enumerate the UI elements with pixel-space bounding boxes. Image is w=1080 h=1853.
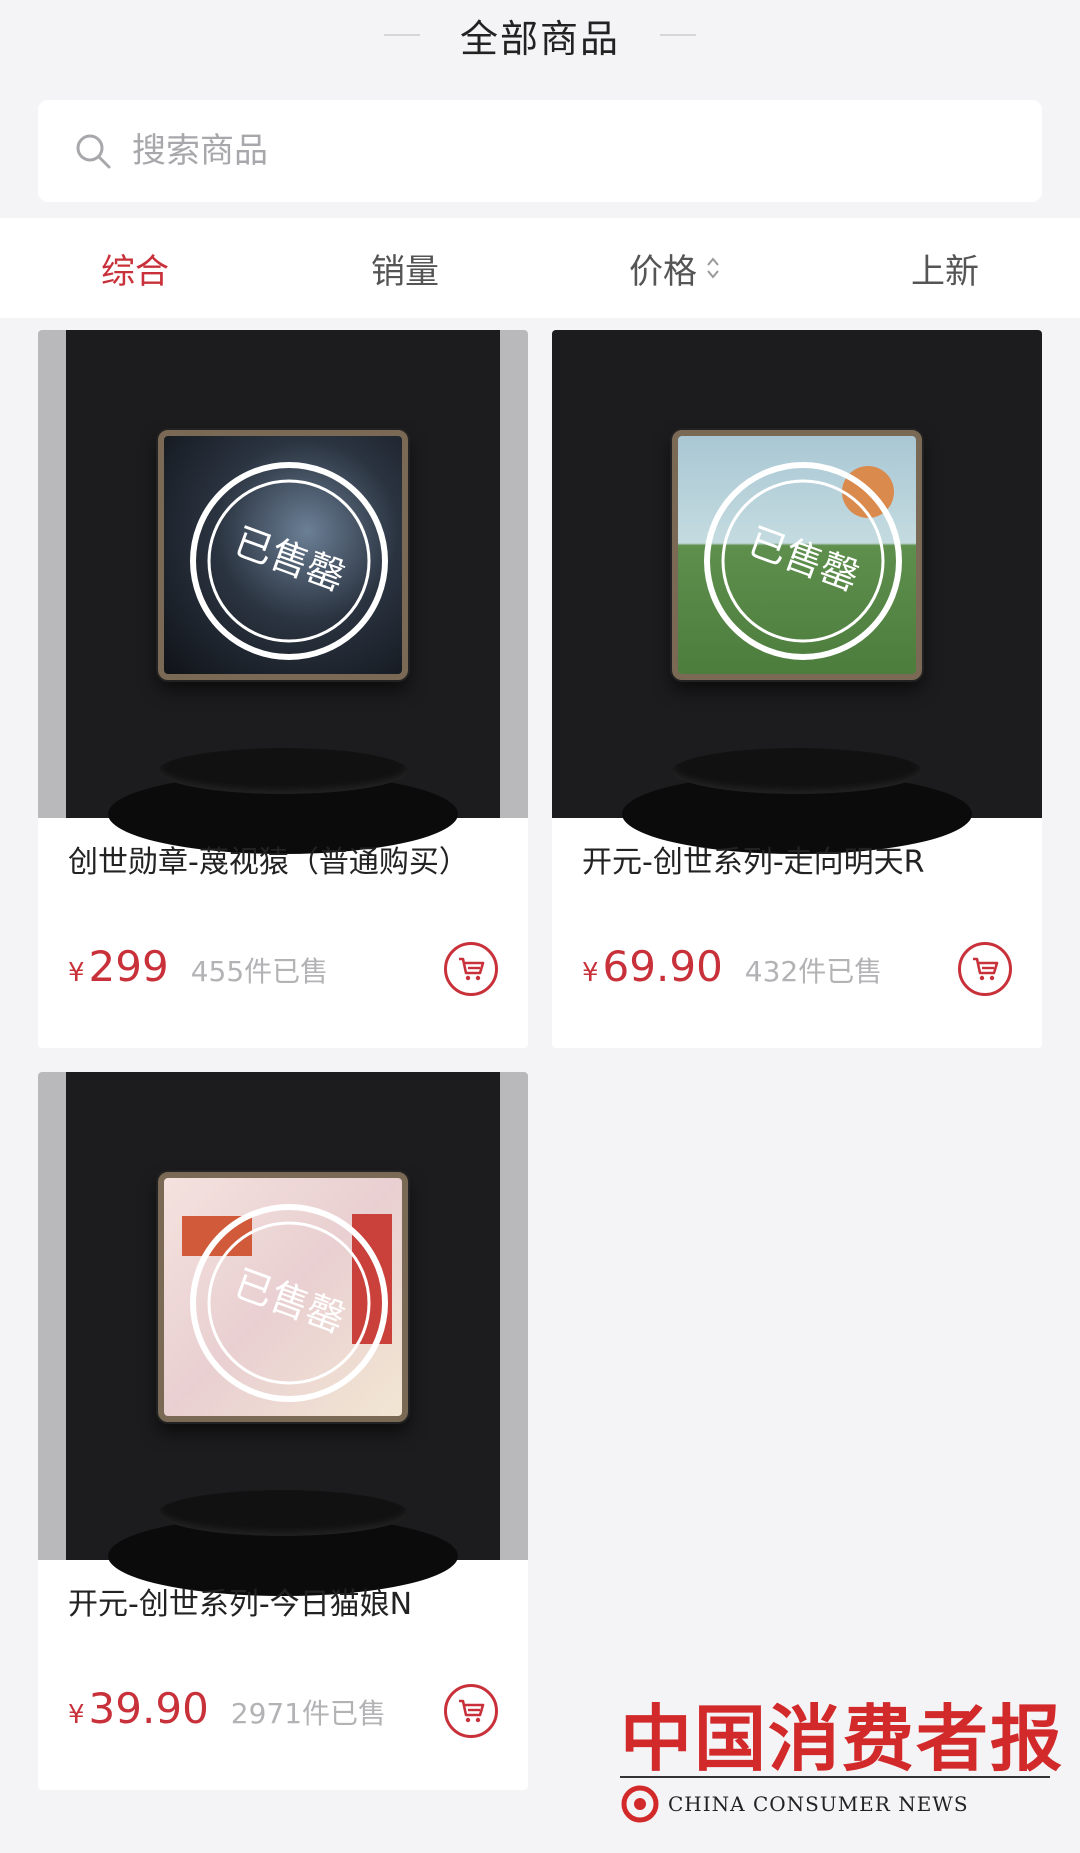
tab-price[interactable]: 价格 <box>540 244 810 293</box>
tab-label: 价格 <box>629 251 697 292</box>
sold-count: 455件已售 <box>190 955 329 988</box>
price-value: 299 <box>88 942 169 991</box>
product-card[interactable]: 已售罄 创世勋章-蔑视猿（普通购买） ¥299 455件已售 <box>38 330 528 1048</box>
news-watermark-logo: 中国消费者报 CHINA CONSUMER NEWS <box>620 1680 1062 1840</box>
watermark-en-text: CHINA CONSUMER NEWS <box>668 1792 969 1816</box>
tab-label: 上新 <box>911 251 979 292</box>
header-divider-left <box>383 34 420 36</box>
podium-top <box>158 748 408 794</box>
tab-label: 销量 <box>371 251 439 292</box>
price-row: ¥39.90 2971件已售 <box>68 1684 498 1744</box>
tab-comprehensive[interactable]: 综合 <box>0 244 270 293</box>
cart-icon <box>459 957 485 981</box>
tab-sales[interactable]: 销量 <box>270 244 540 293</box>
add-to-cart-button[interactable] <box>444 942 498 996</box>
product-name[interactable]: 创世勋章-蔑视猿（普通购买） <box>68 842 498 884</box>
sort-arrows-icon <box>707 257 719 279</box>
tab-newest[interactable]: 上新 <box>810 244 1080 293</box>
sold-out-stamp: 已售罄 <box>704 462 902 660</box>
news-logo-icon <box>621 1785 659 1823</box>
product-name[interactable]: 开元-创世系列-走向明天R <box>582 842 1012 884</box>
artwork-frame: 已售罄 <box>672 430 922 680</box>
price-value: 69.90 <box>602 942 723 991</box>
watermark-en-row: CHINA CONSUMER NEWS <box>620 1784 969 1824</box>
search-bar[interactable] <box>38 100 1042 202</box>
stamp-text: 已售罄 <box>229 1261 351 1341</box>
product-image[interactable]: 已售罄 <box>552 330 1042 854</box>
stamp-text: 已售罄 <box>743 519 865 599</box>
artwork-frame: 已售罄 <box>158 1172 408 1422</box>
tab-label: 综合 <box>101 251 169 292</box>
currency-symbol: ¥ <box>68 958 85 988</box>
product-image[interactable]: 已售罄 <box>38 1072 528 1596</box>
product-price: ¥299 <box>68 942 169 991</box>
product-name[interactable]: 开元-创世系列-今日猫娘N <box>68 1584 498 1626</box>
sold-count: 2971件已售 <box>230 1697 387 1730</box>
sort-tabs: 综合 销量 价格 上新 <box>0 218 1080 318</box>
price-value: 39.90 <box>88 1684 209 1733</box>
cart-icon <box>973 957 999 981</box>
product-card[interactable]: 已售罄 开元-创世系列-今日猫娘N ¥39.90 2971件已售 <box>38 1072 528 1790</box>
add-to-cart-button[interactable] <box>958 942 1012 996</box>
sold-out-stamp: 已售罄 <box>190 462 388 660</box>
product-image[interactable]: 已售罄 <box>38 330 528 854</box>
product-price: ¥69.90 <box>582 942 723 991</box>
sold-out-stamp: 已售罄 <box>190 1204 388 1402</box>
search-icon <box>76 134 111 169</box>
header-divider-right <box>660 34 696 36</box>
add-to-cart-button[interactable] <box>444 1684 498 1738</box>
podium-top <box>672 748 922 794</box>
page-header: 全部商品 <box>0 0 1080 70</box>
price-row: ¥299 455件已售 <box>68 942 498 1002</box>
currency-symbol: ¥ <box>582 958 599 988</box>
watermark-rule <box>620 1776 1050 1778</box>
currency-symbol: ¥ <box>68 1700 85 1730</box>
watermark-cn-text: 中国消费者报 <box>620 1696 1065 1781</box>
search-input[interactable] <box>132 131 932 171</box>
cart-icon <box>459 1699 485 1723</box>
page-title: 全部商品 <box>459 16 620 61</box>
product-card[interactable]: 已售罄 开元-创世系列-走向明天R ¥69.90 432件已售 <box>552 330 1042 1048</box>
podium-top <box>158 1490 408 1536</box>
sold-count: 432件已售 <box>744 955 883 988</box>
price-row: ¥69.90 432件已售 <box>582 942 1012 1002</box>
artwork-frame: 已售罄 <box>158 430 408 680</box>
stamp-text: 已售罄 <box>229 519 351 599</box>
product-price: ¥39.90 <box>68 1684 209 1733</box>
